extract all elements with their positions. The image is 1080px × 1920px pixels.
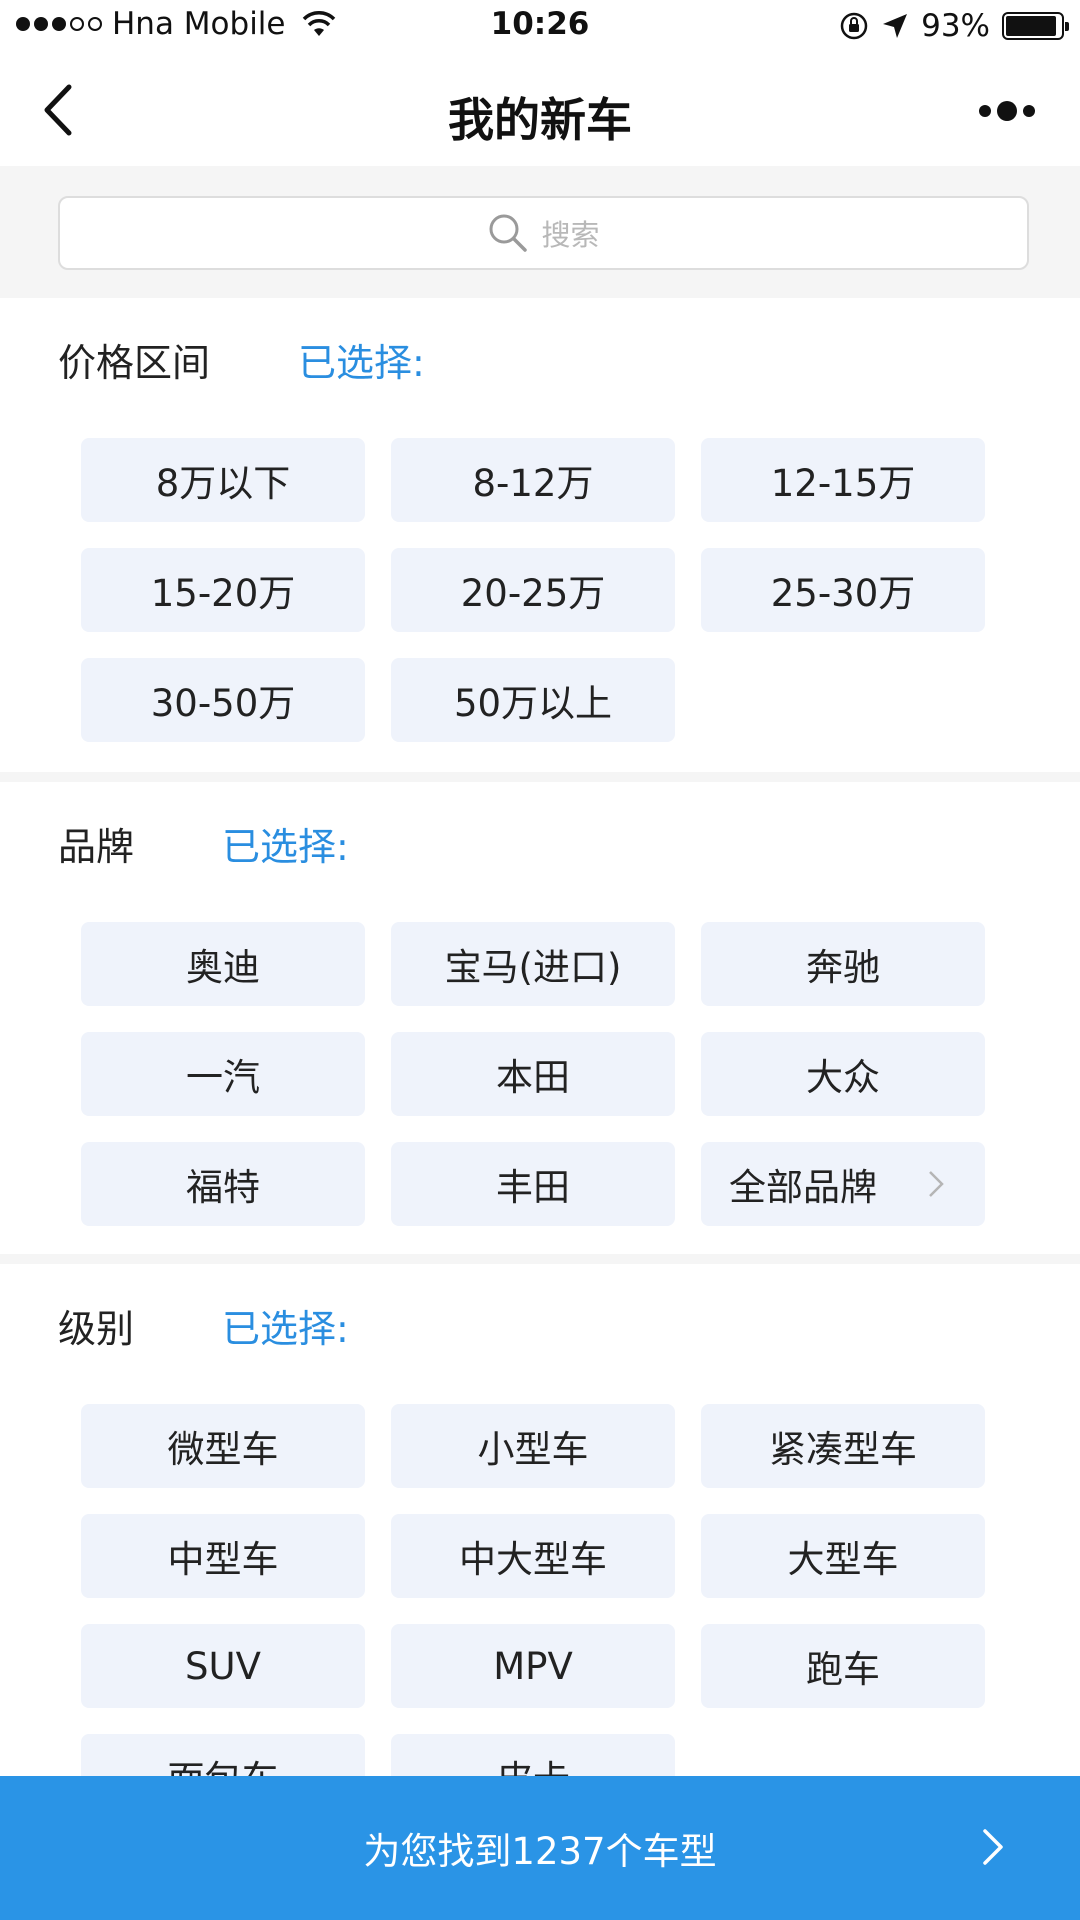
- brand-option-chip[interactable]: 宝马(进口): [391, 922, 675, 1006]
- level-option-chip[interactable]: 小型车: [391, 1404, 675, 1488]
- orientation-lock-icon: [840, 12, 868, 40]
- section-divider: [0, 1254, 1080, 1264]
- price-option-chip[interactable]: 20-25万: [391, 548, 675, 632]
- level-option-chip[interactable]: 微型车: [81, 1404, 365, 1488]
- price-section: 价格区间 已选择: 8万以下 8-12万 12-15万 15-20万 20-25万 25-…: [0, 298, 1080, 772]
- battery-icon: [1002, 12, 1069, 40]
- price-option-chip[interactable]: 30-50万: [81, 658, 365, 742]
- price-option-chip[interactable]: 50万以上: [391, 658, 675, 742]
- brand-option-chip[interactable]: 一汽: [81, 1032, 365, 1116]
- all-brands-button[interactable]: 全部品牌: [701, 1142, 985, 1226]
- more-dot-icon: [979, 105, 991, 117]
- result-count-text: 为您找到1237个车型: [363, 1830, 717, 1873]
- brand-selected-label: 已选择:: [222, 825, 349, 869]
- battery-fill: [1006, 16, 1057, 36]
- price-section-header: 价格区间 已选择:: [58, 332, 425, 387]
- brand-option-chip[interactable]: 本田: [391, 1032, 675, 1116]
- level-option-chip[interactable]: 大型车: [701, 1514, 985, 1598]
- status-bar: Hna Mobile 10:26 93%: [0, 0, 1080, 56]
- more-options-button[interactable]: [972, 96, 1042, 126]
- brand-option-chip[interactable]: 丰田: [391, 1142, 675, 1226]
- level-section-header: 级别 已选择:: [58, 1298, 349, 1353]
- price-options-grid: 8万以下 8-12万 12-15万 15-20万 20-25万 25-30万 30-50万 5…: [81, 438, 986, 742]
- price-option-chip[interactable]: 8万以下: [81, 438, 365, 522]
- search-input[interactable]: 搜索: [58, 196, 1029, 270]
- brand-section-title: 品牌: [58, 825, 135, 869]
- page-title: 我的新车: [448, 93, 632, 147]
- level-option-chip[interactable]: MPV: [391, 1624, 675, 1708]
- level-selected-label: 已选择:: [222, 1307, 349, 1351]
- page: Hna Mobile 10:26 93% 我的新车 搜索 价格区间 已选择: 8…: [0, 0, 1080, 1920]
- level-options-grid: 微型车小型车紧凑型车中型车中大型车大型车SUVMPV跑车面包车皮卡: [81, 1404, 986, 1818]
- chevron-right-icon: [983, 1829, 1003, 1865]
- level-option-chip[interactable]: 中型车: [81, 1514, 365, 1598]
- price-option-chip[interactable]: 12-15万: [701, 438, 985, 522]
- brand-options-grid: 奥迪 宝马(进口) 奔驰一汽 本田 大众福特 丰田 全部品牌: [81, 922, 986, 1226]
- level-section-title: 级别: [58, 1307, 135, 1351]
- section-divider: [0, 772, 1080, 782]
- brand-option-chip[interactable]: 福特: [81, 1142, 365, 1226]
- view-results-button[interactable]: 为您找到1237个车型: [0, 1776, 1080, 1920]
- price-option-chip[interactable]: 25-30万: [701, 548, 985, 632]
- search-icon: [489, 214, 528, 252]
- brand-option-chip[interactable]: 大众: [701, 1032, 985, 1116]
- all-brands-label: 全部品牌: [729, 1166, 877, 1209]
- navigation-bar: 我的新车: [0, 56, 1080, 166]
- price-selected-label: 已选择:: [298, 341, 425, 385]
- level-option-chip[interactable]: 中大型车: [391, 1514, 675, 1598]
- price-section-title: 价格区间: [58, 341, 211, 385]
- battery-percent: 93%: [921, 8, 990, 44]
- location-arrow-icon: [883, 14, 908, 38]
- more-dot-icon: [1023, 105, 1035, 117]
- price-option-chip[interactable]: 15-20万: [81, 548, 365, 632]
- more-dot-icon: [997, 101, 1017, 121]
- chevron-right-icon: [929, 1171, 944, 1197]
- brand-option-chip[interactable]: 奔驰: [701, 922, 985, 1006]
- level-option-chip[interactable]: SUV: [81, 1624, 365, 1708]
- level-section: 级别 已选择: 微型车小型车紧凑型车中型车中大型车大型车SUVMPV跑车面包车皮…: [0, 1264, 1080, 1818]
- level-option-chip[interactable]: 紧凑型车: [701, 1404, 985, 1488]
- price-option-chip[interactable]: 8-12万: [391, 438, 675, 522]
- status-right: 93%: [839, 8, 1069, 44]
- brand-option-chip[interactable]: 奥迪: [81, 922, 365, 1006]
- search-placeholder: 搜索: [541, 218, 600, 252]
- brand-section-header: 品牌 已选择:: [58, 816, 349, 871]
- level-option-chip[interactable]: 跑车: [701, 1624, 985, 1708]
- brand-section: 品牌 已选择: 奥迪 宝马(进口) 奔驰一汽 本田 大众福特 丰田 全部品牌: [0, 782, 1080, 1254]
- search-area: 搜索: [0, 166, 1080, 298]
